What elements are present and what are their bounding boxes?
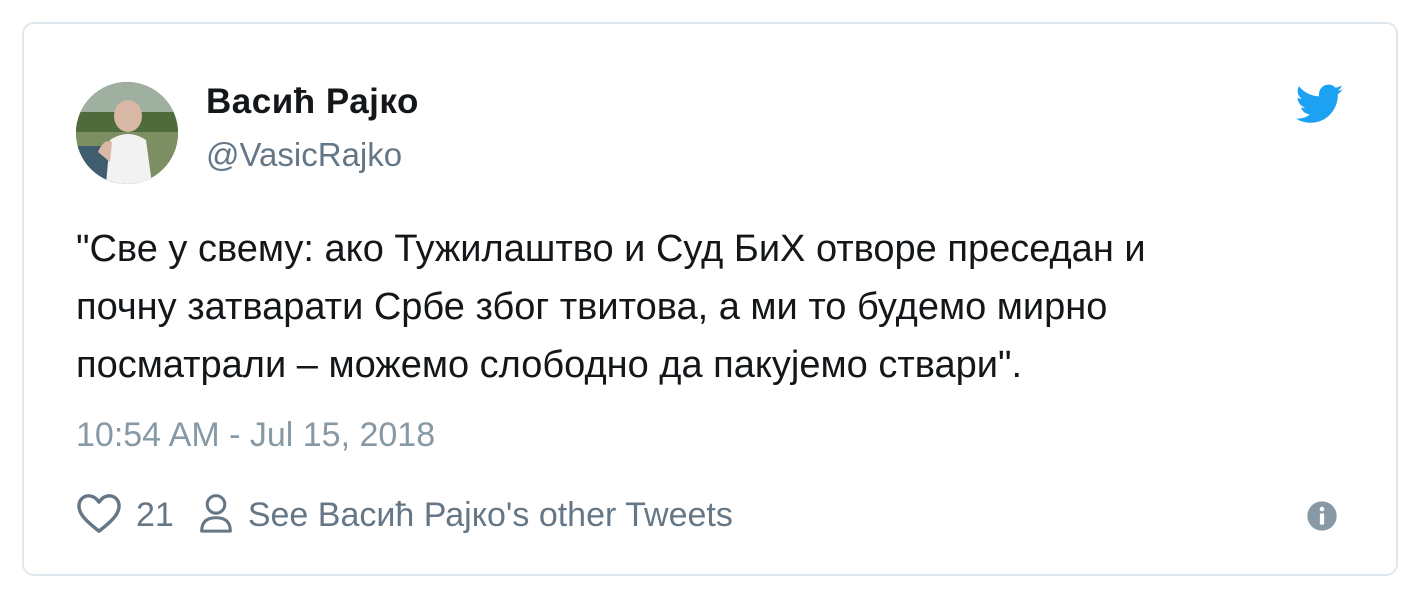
tweet-actions: 21 See Васић Рајко's other Tweets <box>76 490 733 540</box>
person-icon <box>198 492 234 539</box>
tweet-timestamp[interactable]: 10:54 AM - Jul 15, 2018 <box>76 416 435 455</box>
avatar[interactable] <box>76 82 178 184</box>
author-display-name[interactable]: Васић Рајко <box>206 82 419 122</box>
tweet-text-line: почну затварати Србе због твитова, а ми … <box>76 286 1108 328</box>
author-handle[interactable]: @VasicRajko <box>206 136 402 174</box>
tweet-card: Васић Рајко @VasicRajko "Све у свему: ак… <box>22 22 1398 576</box>
twitter-bird-icon[interactable] <box>1295 84 1344 128</box>
tweet-text: "Све у свему: ако Тужилаштво и Суд БиХ о… <box>76 220 1366 394</box>
like-button[interactable]: 21 <box>76 492 174 539</box>
like-count: 21 <box>136 495 174 534</box>
see-other-tweets-label: See Васић Рајко's other Tweets <box>247 495 733 534</box>
info-icon[interactable] <box>1306 500 1338 532</box>
tweet-text-line: посматрали – можемо слободно да пакујемо… <box>76 344 1023 386</box>
heart-icon <box>76 492 122 539</box>
see-other-tweets-link[interactable]: See Васић Рајко's other Tweets <box>198 492 733 539</box>
tweet-text-line: "Све у свему: ако Тужилаштво и Суд БиХ о… <box>76 228 1146 270</box>
